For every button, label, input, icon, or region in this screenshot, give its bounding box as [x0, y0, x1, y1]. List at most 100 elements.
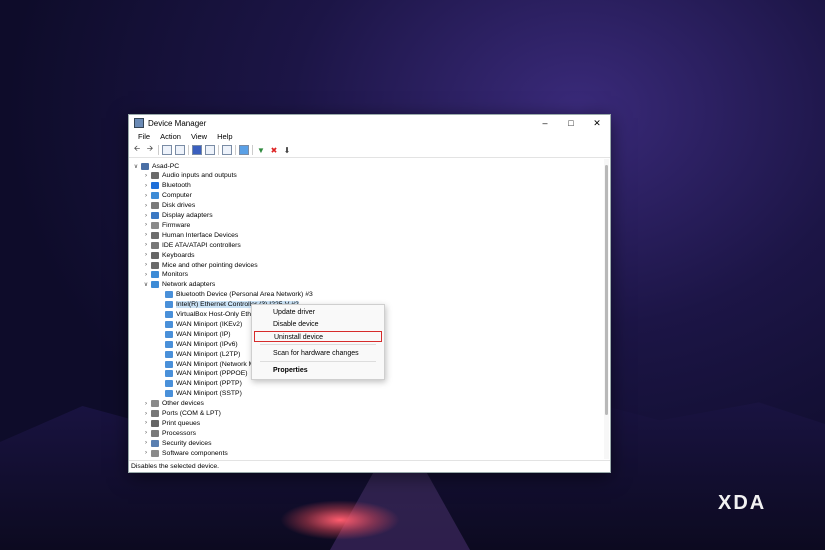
tree-device[interactable]: WAN Miniport (Network M	[155, 359, 254, 369]
chevron-right-icon[interactable]: ›	[141, 401, 151, 407]
tree-category[interactable]: › Mice and other pointing devices	[141, 260, 258, 270]
tree-category[interactable]: › Bluetooth	[141, 181, 191, 191]
help-icon[interactable]	[192, 145, 202, 155]
tree-category[interactable]: › Processors	[141, 428, 196, 438]
chevron-right-icon[interactable]: ›	[141, 252, 151, 258]
chevron-down-icon[interactable]: ∨	[131, 163, 141, 170]
chevron-right-icon[interactable]: ›	[141, 203, 151, 209]
chevron-down-icon[interactable]: ∨	[141, 281, 151, 288]
tree-category[interactable]: › Display adapters	[141, 211, 213, 221]
chevron-right-icon[interactable]: ›	[141, 450, 151, 456]
chevron-right-icon[interactable]: ›	[141, 262, 151, 268]
chevron-right-icon[interactable]: ›	[141, 272, 151, 278]
tree-category[interactable]: › Ports (COM & LPT)	[141, 409, 221, 419]
menu-update-driver[interactable]: Update driver	[254, 307, 382, 318]
tree-device[interactable]: WAN Miniport (IPv6)	[155, 339, 238, 349]
chevron-right-icon[interactable]: ›	[141, 173, 151, 179]
back-icon[interactable]: 🡨	[132, 144, 142, 155]
tree-category[interactable]: › IDE ATA/ATAPI controllers	[141, 240, 241, 250]
tree-category[interactable]: › Disk drives	[141, 201, 195, 211]
update-driver-icon[interactable]: ▼	[256, 145, 266, 155]
menu-properties[interactable]: Properties	[254, 365, 382, 376]
device-category-icon	[151, 221, 159, 229]
tree-device[interactable]: WAN Miniport (PPPOE)	[155, 369, 248, 379]
tree-item-label: Security devices	[162, 439, 212, 447]
chevron-right-icon[interactable]: ›	[141, 430, 151, 436]
tree-device[interactable]: WAN Miniport (IKEv2)	[155, 319, 242, 329]
toolbar: 🡨 🡪 ▼ ✖ ⬇	[129, 143, 610, 158]
tree-category-network-adapters[interactable]: ∨ Network adapters	[141, 280, 215, 290]
chevron-right-icon[interactable]: ›	[141, 242, 151, 248]
maximize-button[interactable]: □	[558, 118, 584, 128]
device-category-icon	[151, 182, 159, 190]
chevron-right-icon[interactable]: ›	[141, 213, 151, 219]
tree-category[interactable]: › Firmware	[141, 220, 190, 230]
tree-item-label: WAN Miniport (IP)	[176, 330, 231, 338]
tree-device[interactable]: WAN Miniport (IP)	[155, 329, 231, 339]
properties-icon[interactable]	[205, 145, 215, 155]
tree-item-label: Software components	[162, 449, 228, 457]
chevron-right-icon[interactable]: ›	[141, 440, 151, 446]
tree-device[interactable]: WAN Miniport (PPTP)	[155, 379, 242, 389]
menu-scan-hardware[interactable]: Scan for hardware changes	[254, 348, 382, 359]
tree-category[interactable]: › Human Interface Devices	[141, 230, 238, 240]
download-icon[interactable]: ⬇	[282, 145, 292, 155]
device-category-icon	[151, 251, 159, 259]
menu-disable-device[interactable]: Disable device	[254, 319, 382, 330]
network-adapter-icon	[165, 301, 173, 309]
monitor-scan-icon[interactable]	[239, 145, 249, 155]
device-category-icon	[151, 192, 159, 200]
network-adapter-icon	[165, 340, 173, 348]
tree-category[interactable]: › Other devices	[141, 399, 204, 409]
device-manager-window: Device Manager – □ ✕ File Action View He…	[128, 114, 611, 473]
toolbar-separator	[188, 145, 189, 155]
tree-category[interactable]: › Software components	[141, 448, 228, 458]
uninstall-icon[interactable]: ✖	[269, 145, 279, 155]
chevron-right-icon[interactable]: ›	[141, 411, 151, 417]
minimize-button[interactable]: –	[532, 118, 558, 128]
tree-item-label: Keyboards	[162, 251, 195, 259]
menu-view[interactable]: View	[186, 131, 212, 143]
tree-category[interactable]: › Print queues	[141, 418, 200, 428]
tree-device[interactable]: WAN Miniport (L2TP)	[155, 349, 240, 359]
chevron-right-icon[interactable]: ›	[141, 222, 151, 228]
menu-action[interactable]: Action	[155, 131, 186, 143]
scrollbar-thumb[interactable]	[605, 165, 608, 415]
tree-device[interactable]: WAN Miniport (SSTP)	[155, 389, 242, 399]
tree-item-label: Other devices	[162, 400, 204, 408]
tree-item-label: Human Interface Devices	[162, 231, 239, 239]
tree-category[interactable]: › Computer	[141, 191, 192, 201]
xda-watermark: XDA	[718, 492, 767, 514]
tree-scrollbar[interactable]	[604, 159, 609, 459]
tree-category[interactable]: › Keyboards	[141, 250, 195, 260]
device-category-icon	[151, 202, 159, 210]
menu-help[interactable]: Help	[212, 131, 237, 143]
tree-root[interactable]: ∨ Asad-PC	[131, 161, 179, 171]
device-category-icon	[151, 271, 159, 279]
chevron-right-icon[interactable]: ›	[141, 420, 151, 426]
menu-uninstall-device[interactable]: Uninstall device	[254, 331, 382, 342]
device-category-icon	[151, 419, 159, 427]
tree-device[interactable]: VirtualBox Host-Only Ethe	[155, 310, 255, 320]
toolbar-separator	[158, 145, 159, 155]
chevron-right-icon[interactable]: ›	[141, 232, 151, 238]
device-category-icon	[151, 231, 159, 239]
view-list-icon[interactable]	[175, 145, 185, 155]
tree-category[interactable]: › Security devices	[141, 438, 212, 448]
tree-item-label: Computer	[162, 192, 192, 200]
chevron-right-icon[interactable]: ›	[141, 183, 151, 189]
tree-category[interactable]: › Audio inputs and outputs	[141, 171, 237, 181]
show-hide-console-tree-icon[interactable]	[162, 145, 172, 155]
menu-file[interactable]: File	[133, 131, 155, 143]
chevron-right-icon[interactable]: ›	[141, 193, 151, 199]
tree-device[interactable]: Bluetooth Device (Personal Area Network)…	[155, 290, 313, 300]
tree-item-label: WAN Miniport (Network M	[176, 360, 255, 368]
forward-icon[interactable]: 🡪	[145, 144, 155, 155]
device-category-icon	[151, 212, 159, 219]
tree-category[interactable]: › Monitors	[141, 270, 188, 280]
device-category-icon	[151, 449, 159, 457]
close-button[interactable]: ✕	[584, 118, 610, 129]
toolbar-separator	[252, 145, 253, 155]
export-list-icon[interactable]	[222, 145, 232, 155]
tree-item-label: Ports (COM & LPT)	[162, 410, 221, 417]
